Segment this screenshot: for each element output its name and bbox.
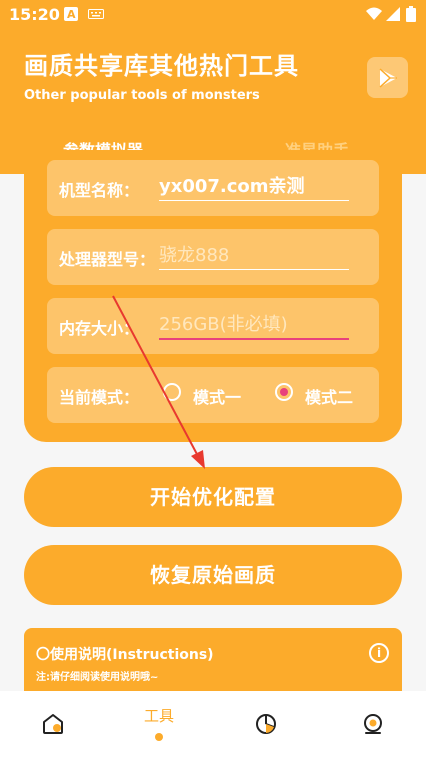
mode-one-label[interactable]: 模式一 — [193, 384, 241, 408]
status-time: 15:20 — [9, 5, 60, 24]
svg-text:A: A — [67, 8, 76, 21]
processor-row: 处理器型号： 骁龙888 — [47, 229, 379, 285]
mode-one-radio[interactable] — [163, 383, 181, 401]
mode-two-label[interactable]: 模式二 — [305, 384, 353, 408]
info-icon[interactable]: i — [369, 643, 389, 663]
memory-label: 内存大小： — [59, 319, 140, 338]
processor-input[interactable]: 骁龙888 — [159, 241, 349, 270]
page-title: 画质共享库其他热门工具 — [24, 52, 299, 80]
signal-icon — [386, 7, 400, 24]
page-subtitle: Other popular tools of monsters — [24, 88, 260, 103]
memory-input[interactable]: 256GB(非必填) — [159, 310, 349, 340]
instructions-note: 注:请仔细阅读使用说明哦~ — [36, 672, 159, 683]
play-button[interactable] — [367, 57, 408, 98]
keyboard-icon — [88, 8, 104, 23]
notification-a-icon: A — [64, 7, 78, 24]
battery-icon — [406, 6, 416, 25]
model-name-input[interactable]: yx007.com亲测 — [159, 172, 349, 201]
pie-chart-icon[interactable] — [255, 713, 277, 735]
start-optimize-button[interactable]: 开始优化配置 — [24, 467, 402, 527]
wifi-icon — [366, 7, 382, 24]
mode-label: 当前模式： — [59, 388, 140, 407]
model-name-row: 机型名称： yx007.com亲测 — [47, 160, 379, 216]
memory-placeholder: 256GB(非必填) — [159, 314, 288, 335]
processor-label: 处理器型号： — [59, 250, 156, 269]
instructions-title: 〇使用说明(Instructions) — [36, 647, 214, 663]
mode-row: 当前模式： 模式一 模式二 — [47, 367, 379, 423]
home-icon[interactable] — [42, 713, 64, 735]
parameter-form-card: 机型名称： yx007.com亲测 处理器型号： 骁龙888 内存大小： 256… — [24, 150, 402, 442]
instructions-panel[interactable]: 〇使用说明(Instructions) 注:请仔细阅读使用说明哦~ i — [24, 628, 402, 698]
bottom-nav: 工具 — [0, 691, 426, 757]
nav-active-dot — [155, 733, 163, 741]
model-name-label: 机型名称： — [59, 181, 140, 200]
restore-quality-button[interactable]: 恢复原始画质 — [24, 545, 402, 605]
profile-icon[interactable] — [362, 713, 384, 735]
play-store-icon — [377, 67, 399, 93]
status-bar: 15:20 A — [0, 0, 426, 30]
nav-tools-label[interactable]: 工具 — [144, 705, 174, 726]
memory-row: 内存大小： 256GB(非必填) — [47, 298, 379, 354]
mode-two-radio[interactable] — [275, 383, 293, 401]
